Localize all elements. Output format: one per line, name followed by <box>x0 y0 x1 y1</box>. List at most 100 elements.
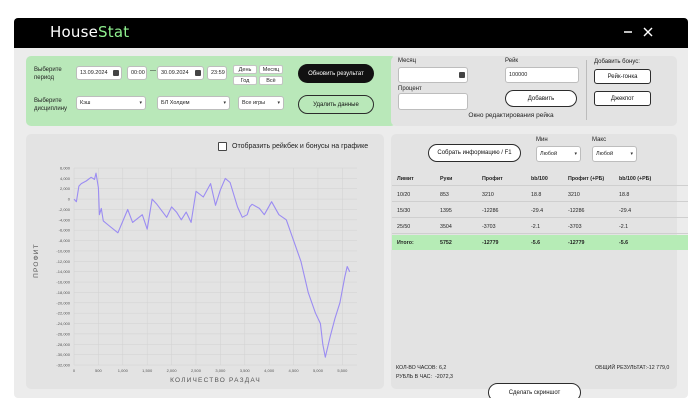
divider <box>586 60 587 120</box>
max-select[interactable]: Любой ▾ <box>592 146 637 162</box>
hours-label: КОЛ-ВО ЧАСОВ: <box>396 365 438 371</box>
table-row: 15/30 1395 -12286 -29.4 -12286 -29.4 <box>392 203 688 218</box>
add-rake-button[interactable]: Добавить <box>505 90 577 107</box>
chevron-down-icon: ▾ <box>139 100 142 106</box>
rake-editor-caption: Окно редактирования рейка <box>468 112 554 119</box>
max-label: Макс <box>592 137 607 143</box>
table-cell: 3210 <box>482 192 494 198</box>
rub-per-hour-value: -2072,3 <box>435 374 453 380</box>
y-tick-label: 0 <box>68 197 71 202</box>
hours-value: 6,2 <box>439 365 447 371</box>
chevron-down-icon: ▾ <box>630 151 633 157</box>
close-button[interactable] <box>638 22 658 42</box>
table-cell: 853 <box>440 192 449 198</box>
day-button[interactable]: День <box>233 65 257 74</box>
table-cell: -2.1 <box>619 224 629 230</box>
add-bonus-label: Добавить бонус: <box>594 59 640 65</box>
limit-select[interactable]: БЛ Холдем ▾ <box>157 96 230 110</box>
games-select[interactable]: Все игры ▾ <box>238 96 284 110</box>
table-cell: -2.1 <box>531 224 541 230</box>
profit-chart: 6,000 4,000 2,000 0 -2,000 -4,000 -6,000 -8,000… <box>33 166 357 384</box>
title-bar: HouseStat <box>14 18 688 48</box>
period-label: Выберите период <box>34 67 62 81</box>
app-title-accent: Stat <box>98 23 130 41</box>
table-row: 25/50 3504 -3703 -2.1 -3703 -2.1 <box>392 219 688 234</box>
y-tick-label: -22,000 <box>56 311 70 316</box>
percent-field[interactable] <box>398 93 468 110</box>
y-tick-label: -10,000 <box>56 248 70 253</box>
table-cell: -12779 <box>482 240 499 246</box>
column-header: Профит <box>482 176 503 182</box>
jackpot-button[interactable]: Джекпот <box>594 91 651 106</box>
table-cell: 18.8 <box>619 192 630 198</box>
update-results-button[interactable]: Обновить результат <box>298 64 374 83</box>
column-header: bb/100 (+РБ) <box>619 176 652 182</box>
date-to-value: 30.09.2024 <box>161 70 189 76</box>
column-header: bb/100 <box>531 176 548 182</box>
overall-result-label: ОБЩИЙ РЕЗУЛЬТАТ: <box>595 365 648 371</box>
column-header: Руки <box>440 176 453 182</box>
screenshot-button[interactable]: Сделать скриншот <box>488 383 581 398</box>
table-header: Лимит Руки Профит bb/100 Профит (+РБ) bb… <box>392 171 688 186</box>
y-tick-label: 4,000 <box>60 176 71 181</box>
x-tick-label: 5,000 <box>313 368 324 373</box>
table-cell: 5752 <box>440 240 452 246</box>
calendar-icon <box>195 70 201 76</box>
chevron-down-icon: ▾ <box>223 100 226 106</box>
rub-per-hour-label: РУБЛЬ В ЧАС: <box>396 374 432 380</box>
table-cell: 25/50 <box>397 224 411 230</box>
discipline-select[interactable]: Кэш ▾ <box>76 96 146 110</box>
y-tick-label: -32,000 <box>56 363 70 368</box>
minimize-button[interactable] <box>618 22 638 42</box>
y-tick-label: -16,000 <box>56 280 70 285</box>
month-label: Месяц <box>398 58 417 64</box>
minimize-icon <box>624 31 632 33</box>
column-header: Профит (+РБ) <box>568 176 605 182</box>
month-button[interactable]: Месяц <box>259 65 283 74</box>
table-total-row: Итого: 5752 -12779 -5.6 -12779 -5.6 <box>392 235 688 250</box>
rake-race-button[interactable]: Рейк-гонка <box>594 69 651 84</box>
time-from-field[interactable]: 00:00 <box>127 66 147 80</box>
app-title-main: House <box>50 23 99 41</box>
table-cell: Итого: <box>397 240 414 246</box>
discipline-value: Кэш <box>80 100 91 106</box>
calendar-icon <box>113 70 119 76</box>
app-title: HouseStat <box>50 23 129 41</box>
filter-panel: Выберите период 13.09.2024 00:00 — 30.09… <box>26 56 396 126</box>
time-to-field[interactable]: 23:59 <box>207 66 227 80</box>
table-cell: -29.4 <box>531 208 544 214</box>
y-tick-label: -20,000 <box>56 300 70 305</box>
limit-value: БЛ Холдем <box>161 100 190 106</box>
y-axis-label: ПРОФИТ <box>33 243 40 278</box>
app-window: HouseStat Выберите период 13.09.2024 00:… <box>14 18 688 398</box>
close-icon <box>643 27 653 37</box>
discipline-label: Выберите дисциплину <box>34 98 68 112</box>
year-button[interactable]: Год <box>233 76 257 85</box>
time-to-value: 23:59 <box>211 70 225 76</box>
date-from-field[interactable]: 13.09.2024 <box>76 66 122 80</box>
y-tick-label: -14,000 <box>56 269 70 274</box>
rake-field[interactable]: 100000 <box>505 67 579 83</box>
table-cell: -12779 <box>568 240 585 246</box>
min-label: Мин <box>536 137 548 143</box>
period-dash: — <box>150 68 156 74</box>
delete-data-button[interactable]: Удалить данные <box>298 95 374 114</box>
month-field[interactable] <box>398 67 468 83</box>
x-axis-label: КОЛИЧЕСТВО РАЗДАЧ <box>170 377 261 384</box>
y-tick-label: -30,000 <box>56 352 70 357</box>
x-tick-label: 3,000 <box>215 368 226 373</box>
x-tick-label: 2,000 <box>167 368 178 373</box>
collect-info-button[interactable]: Собрать информацию / F1 <box>428 144 521 162</box>
rake-label: Рейк <box>505 58 519 64</box>
overall-result-value: -12 779,0 <box>647 365 670 371</box>
games-value: Все игры <box>242 100 266 106</box>
table-cell: -5.6 <box>531 240 541 246</box>
min-select[interactable]: Любой ▾ <box>536 146 581 162</box>
chart-panel: Отобразить рейкбек и бонусы на графике 6… <box>26 134 384 389</box>
x-tick-label: 500 <box>95 368 102 373</box>
rake-value: 100000 <box>509 72 528 78</box>
date-to-field[interactable]: 30.09.2024 <box>157 66 204 80</box>
all-button[interactable]: Всё <box>259 76 283 85</box>
x-tick-label: 1,000 <box>118 368 129 373</box>
table-cell: -3703 <box>482 224 496 230</box>
